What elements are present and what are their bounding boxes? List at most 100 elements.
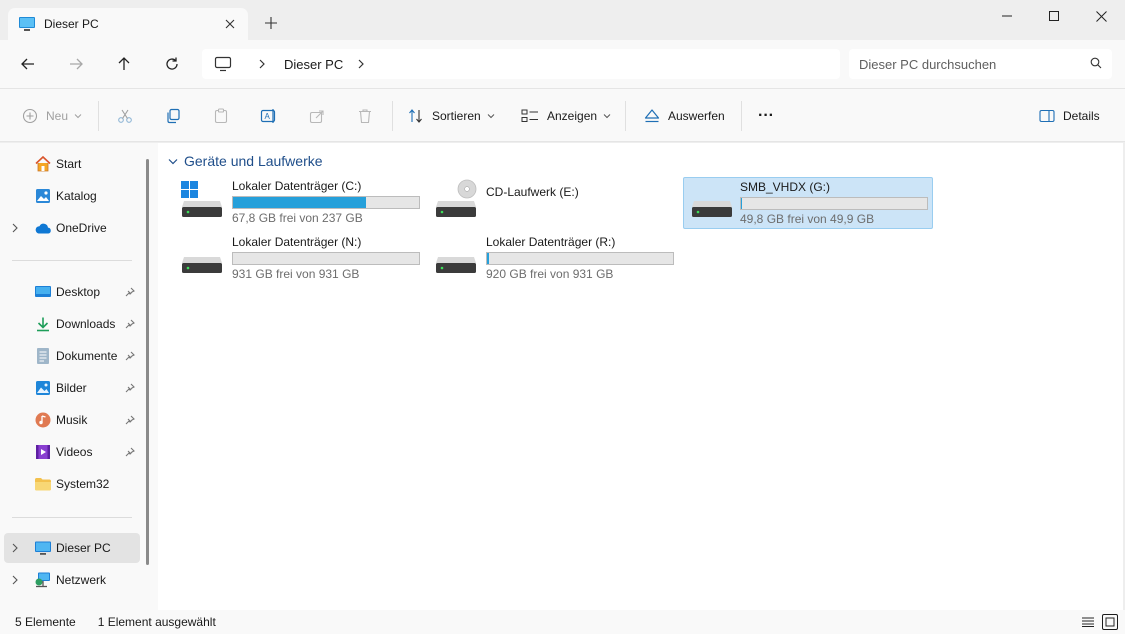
sidebar-item-katalog[interactable]: Katalog	[4, 181, 140, 211]
drive-n[interactable]: Lokaler Datenträger (N:) 931 GB frei von…	[158, 233, 420, 285]
command-bar: Neu A Sortieren Anzeigen Auswerfen ··· D…	[0, 88, 1125, 142]
drive-usage-bar	[486, 252, 674, 265]
sidebar-item-label: System32	[56, 477, 110, 491]
copy-button[interactable]	[165, 103, 181, 129]
sidebar-item-onedrive[interactable]: OneDrive	[4, 213, 140, 243]
drive-e[interactable]: CD-Laufwerk (E:)	[412, 177, 662, 229]
chevron-right-icon[interactable]	[12, 543, 22, 553]
list-view-icon	[521, 109, 538, 122]
chevron-down-icon[interactable]	[168, 158, 180, 165]
new-button[interactable]: Neu	[22, 103, 82, 129]
details-pane-icon	[1039, 109, 1055, 123]
view-button[interactable]: Anzeigen	[521, 103, 611, 129]
sort-button[interactable]: Sortieren	[408, 103, 495, 129]
more-options-button[interactable]: ···	[758, 103, 774, 129]
search-icon[interactable]	[1090, 57, 1102, 72]
eject-icon	[644, 109, 660, 123]
drive-r[interactable]: Lokaler Datenträger (R:) 920 GB frei von…	[412, 233, 674, 285]
pin-icon[interactable]	[125, 447, 137, 457]
toolbar-divider	[741, 101, 742, 131]
eject-button[interactable]: Auswerfen	[644, 103, 725, 129]
pin-icon[interactable]	[125, 351, 137, 361]
group-header-devices[interactable]: Geräte und Laufwerke	[168, 153, 323, 169]
sidebar-item-label: Dokumente	[56, 349, 118, 363]
chevron-right-icon[interactable]	[12, 223, 22, 233]
maximize-button[interactable]	[1031, 0, 1077, 32]
drive-name: CD-Laufwerk (E:)	[486, 185, 579, 199]
chevron-right-icon[interactable]	[258, 59, 268, 69]
pin-icon[interactable]	[125, 383, 137, 393]
details-button-label: Details	[1063, 109, 1100, 123]
sidebar-divider	[12, 260, 132, 261]
pin-icon[interactable]	[125, 319, 137, 329]
status-bar: 5 Elemente 1 Element ausgewählt	[0, 610, 1125, 634]
sort-icon	[409, 109, 422, 123]
search-box[interactable]	[849, 49, 1112, 79]
up-button[interactable]	[110, 50, 138, 78]
close-tab-icon[interactable]	[222, 16, 238, 32]
selection-count: 1 Element ausgewählt	[97, 615, 216, 629]
scissors-icon	[118, 109, 132, 123]
sidebar-item-label: Dieser PC	[56, 541, 111, 555]
drive-usage-bar	[232, 196, 420, 209]
rename-button[interactable]: A	[260, 103, 278, 129]
pin-icon[interactable]	[125, 415, 137, 425]
details-pane-button[interactable]: Details	[1039, 103, 1100, 129]
pictures-icon	[34, 379, 52, 397]
drive-c[interactable]: Lokaler Datenträger (C:) 67,8 GB frei vo…	[158, 177, 420, 229]
tab-dieser-pc[interactable]: Dieser PC	[8, 8, 248, 40]
toolbar-divider	[625, 101, 626, 131]
sidebar-item-start[interactable]: Start	[4, 149, 140, 179]
breadcrumb-dieser-pc[interactable]: Dieser PC	[284, 57, 343, 72]
chevron-right-icon[interactable]	[12, 575, 22, 585]
sidebar-scrollbar[interactable]	[146, 159, 149, 565]
paste-button[interactable]	[213, 103, 229, 129]
sidebar-item-desktop[interactable]: Desktop	[4, 277, 140, 307]
chevron-right-icon[interactable]	[357, 59, 367, 69]
desktop-icon	[34, 283, 52, 301]
sidebar-item-videos[interactable]: Videos	[4, 437, 140, 467]
sidebar-item-label: Katalog	[56, 189, 97, 203]
toolbar-divider	[392, 101, 393, 131]
close-window-button[interactable]	[1078, 0, 1124, 32]
delete-button[interactable]	[357, 103, 373, 129]
new-tab-button[interactable]	[260, 12, 282, 34]
sidebar-item-dokumente[interactable]: Dokumente	[4, 341, 140, 371]
drive-usage-fill	[233, 197, 366, 208]
drive-usage-bar	[740, 197, 928, 210]
back-button[interactable]	[14, 50, 42, 78]
pin-icon[interactable]	[125, 287, 137, 297]
drive-free-space: 67,8 GB frei von 237 GB	[232, 211, 363, 225]
sidebar-item-label: Bilder	[56, 381, 87, 395]
drive-g[interactable]: SMB_VHDX (G:) 49,8 GB frei von 49,9 GB	[683, 177, 933, 229]
address-bar[interactable]: Dieser PC	[202, 49, 840, 79]
list-lines-icon	[1082, 617, 1094, 627]
group-title: Geräte und Laufwerke	[184, 153, 323, 169]
sidebar-item-label: Desktop	[56, 285, 101, 299]
sidebar-item-system32[interactable]: System32	[4, 469, 140, 499]
drive-name: Lokaler Datenträger (N:)	[232, 235, 362, 249]
sidebar-item-musik[interactable]: Musik	[4, 405, 140, 435]
cut-button[interactable]	[117, 103, 133, 129]
chevron-down-icon	[74, 113, 82, 119]
sidebar-item-dieser-pc[interactable]: Dieser PC	[4, 533, 140, 563]
forward-button[interactable]	[62, 50, 90, 78]
chevron-down-icon	[603, 113, 611, 119]
svg-text:A: A	[265, 112, 271, 121]
minimize-button[interactable]	[984, 0, 1030, 32]
sidebar-item-netzwerk[interactable]: Netzwerk	[4, 565, 140, 595]
file-view: Geräte und Laufwerke Lokaler Datenträger…	[158, 143, 1123, 610]
system-drive-icon	[180, 179, 224, 223]
share-button[interactable]	[309, 103, 325, 129]
tiles-view-button[interactable]	[1102, 614, 1118, 630]
search-input[interactable]	[859, 56, 1090, 72]
more-icon: ···	[758, 107, 774, 124]
rename-icon: A	[260, 109, 276, 123]
gallery-icon	[34, 187, 52, 205]
refresh-button[interactable]	[158, 50, 186, 78]
details-view-button[interactable]	[1080, 614, 1096, 630]
sidebar-item-downloads[interactable]: Downloads	[4, 309, 140, 339]
videos-icon	[34, 443, 52, 461]
drive-icon	[180, 235, 224, 279]
sidebar-item-bilder[interactable]: Bilder	[4, 373, 140, 403]
